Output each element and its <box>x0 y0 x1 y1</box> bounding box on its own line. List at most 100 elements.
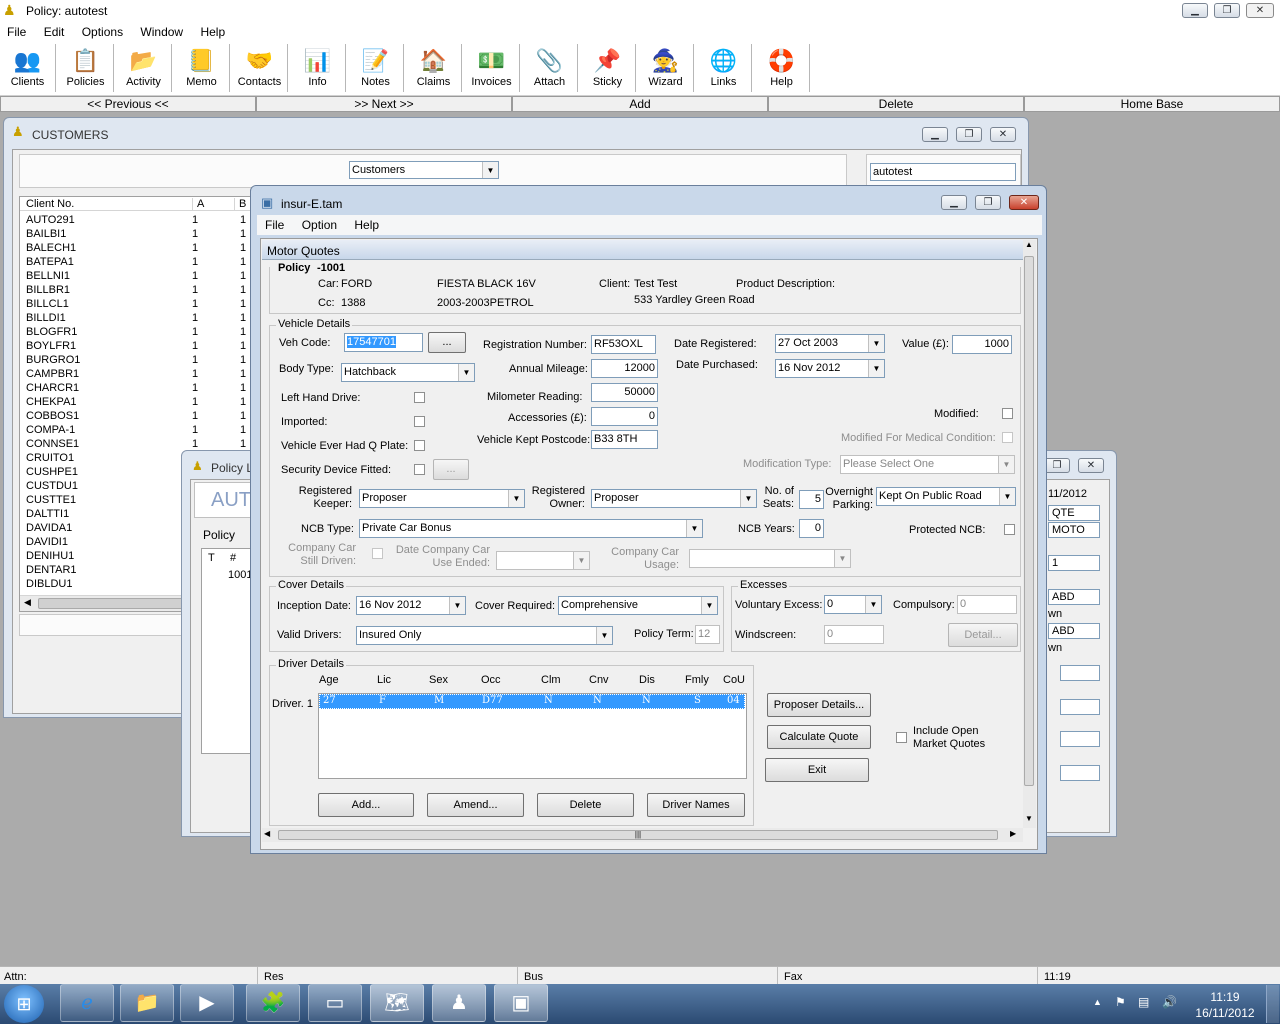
policy-field-value[interactable]: QTE <box>1048 505 1100 521</box>
insure-hscrollbar[interactable]: ◀ ||| ▶ <box>262 828 1023 842</box>
body-type-select[interactable]: Hatchback ▼ <box>341 363 475 382</box>
ie-taskbar-icon[interactable]: ℯ <box>60 984 114 1022</box>
toolbar-wizard-button[interactable]: 🧙 Wizard <box>638 44 694 92</box>
toolbar-invoices-button[interactable]: 💵 Invoices <box>464 44 520 92</box>
customer-row[interactable]: BOYLFR1 1 1 <box>20 339 258 353</box>
show-hidden-icons-icon[interactable]: ▲ <box>1093 997 1102 1007</box>
protected-ncb-checkbox[interactable] <box>1004 524 1015 535</box>
policy-row-value[interactable]: 1001 <box>228 569 252 581</box>
toolbar-links-button[interactable]: 🌐 Links <box>696 44 752 92</box>
left-hand-drive-checkbox[interactable] <box>414 392 425 403</box>
driver-names-button[interactable]: Driver Names <box>647 793 745 817</box>
ncb-type-select[interactable]: Private Car Bonus ▼ <box>359 519 703 538</box>
add-driver-button[interactable]: Add... <box>318 793 414 817</box>
insure-menu-help[interactable]: Help <box>354 218 379 232</box>
calculate-quote-button[interactable]: Calculate Quote <box>767 725 871 749</box>
app-taskbar-icon[interactable]: 🧩 <box>246 984 300 1022</box>
policy-empty-field[interactable] <box>1060 765 1100 781</box>
milometer-reading-field[interactable]: 50000 <box>591 383 658 402</box>
menu-file[interactable]: File <box>7 25 26 39</box>
veh-code-lookup-button[interactable]: ... <box>428 332 466 353</box>
insure-restore-button[interactable]: ❐ <box>975 195 1001 210</box>
policy-restore-button[interactable]: ❐ <box>1044 458 1070 473</box>
menu-window[interactable]: Window <box>140 25 183 39</box>
customer-row[interactable]: CHEKPA1 1 1 <box>20 395 258 409</box>
customers-search-input[interactable]: autotest <box>870 163 1016 181</box>
start-button[interactable]: ⊞ <box>4 985 44 1023</box>
customers-dropdown[interactable]: Customers ▼ <box>349 161 499 179</box>
proposer-details-button[interactable]: Proposer Details... <box>767 693 871 717</box>
toolbar-attach-button[interactable]: 📎 Attach <box>522 44 578 92</box>
menu-edit[interactable]: Edit <box>44 25 65 39</box>
toolbar-claims-button[interactable]: 🏠 Claims <box>406 44 462 92</box>
policy-empty-field[interactable] <box>1060 665 1100 681</box>
date-purchased-picker[interactable]: 16 Nov 2012 ▼ <box>775 359 885 378</box>
policy-empty-field[interactable] <box>1060 731 1100 747</box>
policy-field-value[interactable]: ABD <box>1048 589 1100 605</box>
customer-row[interactable]: BURGRO1 1 1 <box>20 353 258 367</box>
insure-vscrollbar[interactable]: ▲ ▼ <box>1023 240 1036 828</box>
date-registered-picker[interactable]: 27 Oct 2003 ▼ <box>775 334 885 353</box>
toolbar-help-button[interactable]: 🛟 Help <box>754 44 810 92</box>
imported-checkbox[interactable] <box>414 416 425 427</box>
previous-button[interactable]: << Previous << <box>0 96 256 112</box>
policy-taskbar-icon[interactable]: ♟ <box>432 984 486 1022</box>
insure-menu-option[interactable]: Option <box>302 218 337 232</box>
minimize-button[interactable]: ▁ <box>1182 3 1208 18</box>
security-device-checkbox[interactable] <box>414 464 425 475</box>
toolbar-notes-button[interactable]: 📝 Notes <box>348 44 404 92</box>
veh-code-field[interactable]: 17547701 <box>344 333 423 352</box>
q-plate-checkbox[interactable] <box>414 440 425 451</box>
add-button[interactable]: Add <box>512 96 768 112</box>
toolbar-sticky-button[interactable]: 📌 Sticky <box>580 44 636 92</box>
cmd-taskbar-icon[interactable]: ▭ <box>308 984 362 1022</box>
exit-button[interactable]: Exit <box>765 758 869 782</box>
customer-row[interactable]: CHARCR1 1 1 <box>20 381 258 395</box>
accessories-field[interactable]: 0 <box>591 407 658 426</box>
policy-tab[interactable]: Policy <box>203 528 235 542</box>
modified-checkbox[interactable] <box>1002 408 1013 419</box>
registered-keeper-select[interactable]: Proposer ▼ <box>359 489 525 508</box>
policy-field-value[interactable]: 1 <box>1048 555 1100 571</box>
customer-row[interactable]: AUTO291 1 1 <box>20 213 258 227</box>
toolbar-contacts-button[interactable]: 🤝 Contacts <box>232 44 288 92</box>
insure-minimize-button[interactable]: ▁ <box>941 195 967 210</box>
customer-row[interactable]: BATEPA1 1 1 <box>20 255 258 269</box>
volume-icon[interactable]: 🔊 <box>1162 995 1177 1009</box>
action-center-icon[interactable]: ⚑ <box>1115 995 1126 1009</box>
clock-time[interactable]: 11:19 <box>1196 990 1254 1004</box>
customers-close-button[interactable]: ✕ <box>990 127 1016 142</box>
value-field[interactable]: 1000 <box>952 335 1012 354</box>
cover-required-select[interactable]: Comprehensive ▼ <box>558 596 718 615</box>
registered-owner-select[interactable]: Proposer ▼ <box>591 489 757 508</box>
insure-hscroll-thumb[interactable]: ||| <box>278 830 998 840</box>
network-icon[interactable]: ▤ <box>1138 995 1149 1009</box>
col-b[interactable]: B <box>234 198 246 210</box>
scroll-left-icon[interactable]: ◀ <box>24 597 31 608</box>
toolbar-info-button[interactable]: 📊 Info <box>290 44 346 92</box>
clock-date[interactable]: 16/11/2012 <box>1190 1006 1260 1020</box>
explorer-taskbar-icon[interactable]: 📁 <box>120 984 174 1022</box>
scroll-up-icon[interactable]: ▲ <box>1025 240 1033 249</box>
vscroll-thumb[interactable] <box>1024 256 1034 786</box>
policy-field-value[interactable]: MOTO <box>1048 522 1100 538</box>
customer-row[interactable]: BILLDI1 1 1 <box>20 311 258 325</box>
customers-minimize-button[interactable]: ▁ <box>922 127 948 142</box>
customer-row[interactable]: BALECH1 1 1 <box>20 241 258 255</box>
hscroll-right-icon[interactable]: ▶ <box>1010 829 1016 838</box>
hscroll-left-icon[interactable]: ◀ <box>264 829 270 838</box>
customer-row[interactable]: COBBOS1 1 1 <box>20 409 258 423</box>
toolbar-memo-button[interactable]: 📒 Memo <box>174 44 230 92</box>
kept-postcode-field[interactable]: B33 8TH <box>591 430 658 449</box>
policy-empty-field[interactable] <box>1060 699 1100 715</box>
customer-row[interactable]: BAILBI1 1 1 <box>20 227 258 241</box>
menu-help[interactable]: Help <box>200 25 225 39</box>
delete-driver-button[interactable]: Delete <box>537 793 634 817</box>
customers-restore-button[interactable]: ❐ <box>956 127 982 142</box>
show-desktop-button[interactable] <box>1266 985 1279 1023</box>
customer-row[interactable]: BILLCL1 1 1 <box>20 297 258 311</box>
insure-close-button[interactable]: ✕ <box>1009 195 1039 210</box>
insure-menu-file[interactable]: File <box>265 218 284 232</box>
next-button[interactable]: >> Next >> <box>256 96 512 112</box>
registration-number-field[interactable]: RF53OXL <box>591 335 656 354</box>
